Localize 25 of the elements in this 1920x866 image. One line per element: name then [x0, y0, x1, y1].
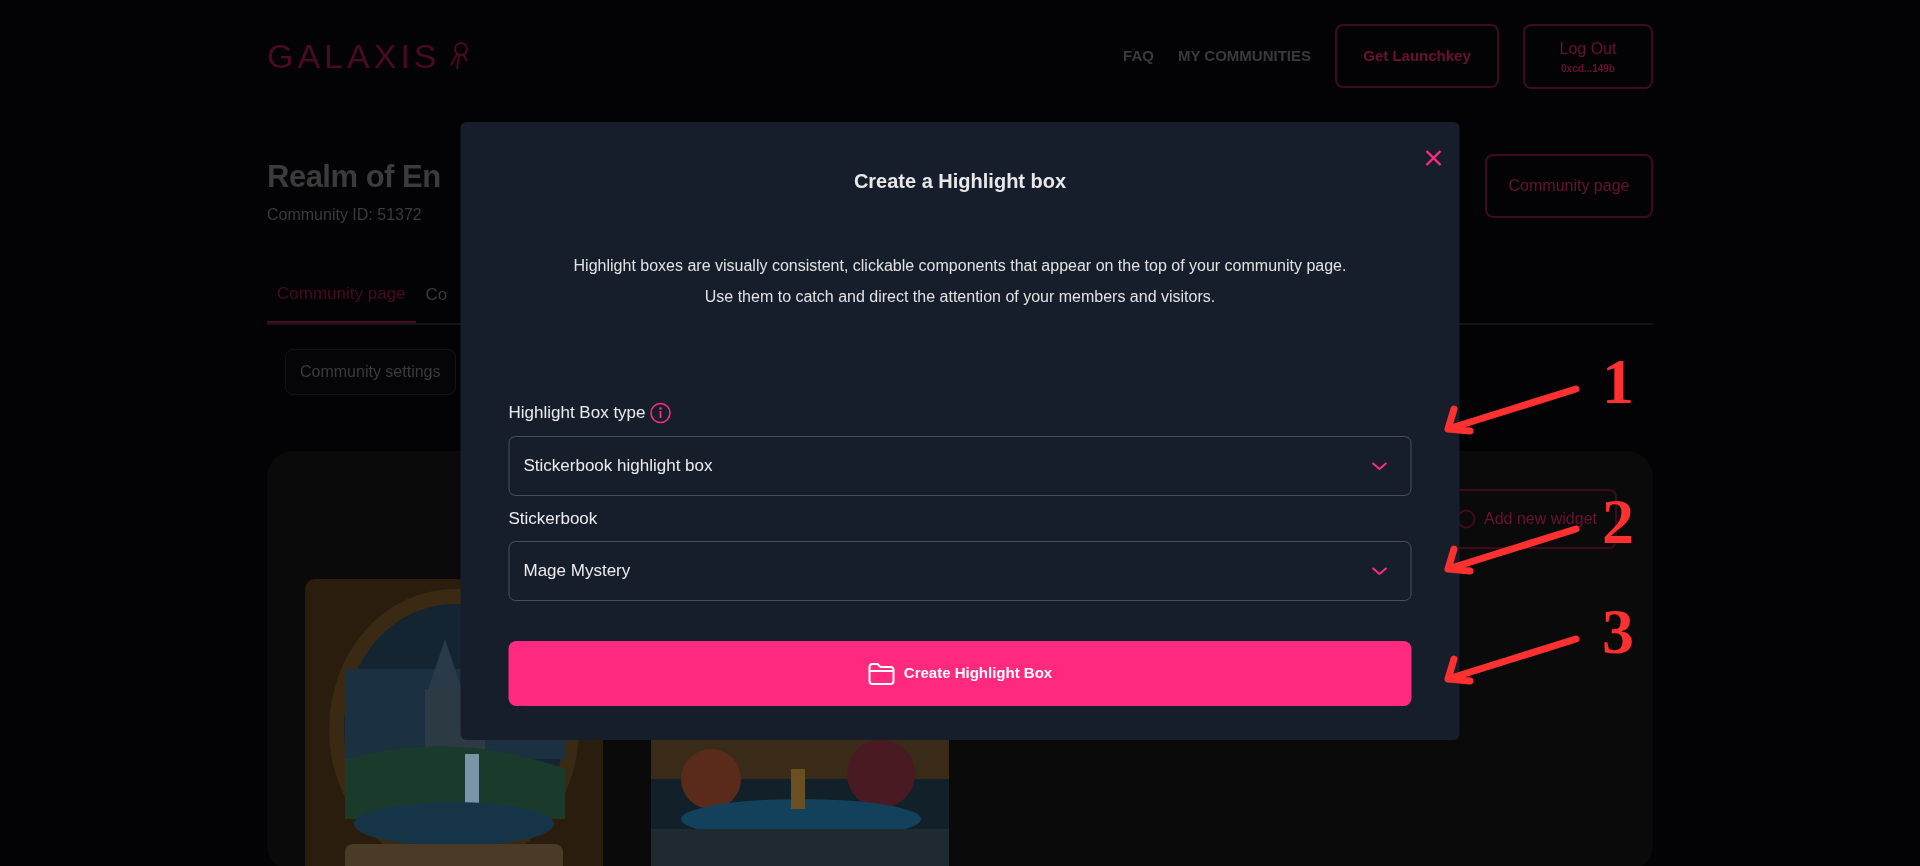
field-label: Stickerbook [508, 507, 598, 530]
tab[interactable]: Community page [267, 271, 416, 323]
annotation-number: 3 [1602, 600, 1634, 664]
community-page-button[interactable]: Community page [1485, 154, 1653, 218]
description-text: Highlight boxes are visually consistent, clickable components that appear on the top of your community page. [573, 256, 1347, 276]
chevron-down-icon [1370, 460, 1389, 471]
field-label: Highlight Box type [508, 402, 646, 424]
chevron-down-icon [1370, 566, 1389, 576]
community-title: Realm of En [267, 158, 441, 196]
create-highlight-box-button[interactable]: Create Highlight Box [508, 641, 1412, 706]
modal-title: Create a Highlight box [853, 169, 1067, 194]
launchkey-button[interactable]: Get Launchkey [1335, 24, 1499, 88]
tab[interactable]: Co [415, 271, 458, 323]
community-id: Community ID: 51372 [267, 205, 423, 226]
annotation-number: 1 [1602, 350, 1634, 414]
nav-link[interactable]: FAQ [1123, 44, 1154, 68]
logout-button[interactable]: Log Out 0xcd...149b [1523, 23, 1653, 89]
logo[interactable]: GALAXIS [267, 30, 441, 82]
close-button[interactable] [1423, 148, 1444, 168]
select-field[interactable]: Stickerbook highlight box [508, 435, 1412, 496]
folder-icon [867, 661, 896, 686]
info-icon[interactable] [649, 401, 672, 424]
nav-link[interactable]: MY COMMUNITIES [1177, 44, 1311, 68]
select-field[interactable]: Mage Mystery [508, 541, 1412, 601]
description-text: Use them to catch and direct the attention of your members and visitors. [704, 287, 1216, 307]
